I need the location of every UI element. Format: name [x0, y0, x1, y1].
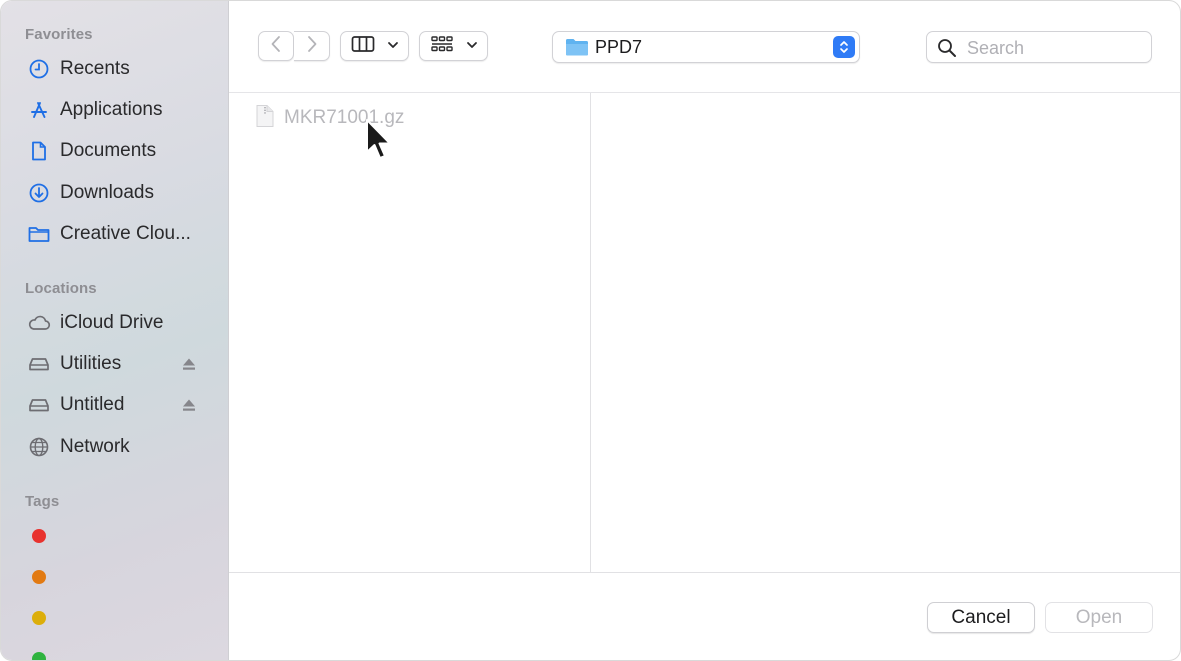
document-icon	[25, 137, 53, 165]
mouse-pointer-icon	[365, 118, 395, 164]
sidebar-item-icloud-drive[interactable]: iCloud Drive	[15, 305, 215, 341]
sidebar-item-label: iCloud Drive	[60, 312, 164, 333]
chevron-left-icon	[269, 35, 283, 58]
sidebar-item-label: Network	[60, 436, 130, 457]
sidebar-item-label: Downloads	[60, 182, 154, 203]
cloud-icon	[25, 309, 53, 337]
sidebar-item-recents[interactable]: Recents	[15, 51, 215, 87]
column-view-icon	[351, 35, 375, 58]
chevron-down-icon	[466, 37, 478, 55]
search-icon	[937, 38, 957, 63]
favorites-section-title: Favorites	[25, 26, 93, 43]
path-popup[interactable]: PPD7	[552, 31, 860, 63]
sidebar-item-label: Recents	[60, 58, 130, 79]
chevron-right-icon	[305, 35, 319, 58]
column-divider[interactable]	[590, 93, 591, 572]
globe-icon	[25, 433, 53, 461]
sidebar-item-label: Applications	[60, 99, 163, 120]
tag-red[interactable]	[32, 529, 46, 543]
drive-icon	[25, 350, 53, 378]
tags-section-title: Tags	[25, 493, 60, 510]
download-icon	[25, 179, 53, 207]
sidebar-item-utilities[interactable]: Utilities	[15, 346, 215, 382]
sidebar-item-downloads[interactable]: Downloads	[15, 175, 215, 211]
bottom-divider	[229, 572, 1180, 573]
sidebar-item-label: Untitled	[60, 394, 125, 415]
open-button[interactable]: Open	[1045, 602, 1153, 633]
tag-yellow[interactable]	[32, 611, 46, 625]
grid-group-icon	[430, 35, 454, 58]
clock-icon	[25, 55, 53, 83]
folder-icon	[25, 220, 53, 248]
cancel-button[interactable]: Cancel	[927, 602, 1035, 633]
search-input[interactable]	[965, 36, 1149, 60]
sidebar-item-creative-cloud[interactable]: Creative Clou...	[15, 216, 215, 252]
chevron-down-icon	[387, 37, 399, 55]
sidebar-item-label: Creative Clou...	[60, 223, 191, 244]
up-down-chevron-icon	[833, 36, 855, 58]
sidebar-item-label: Utilities	[60, 353, 122, 374]
locations-section-title: Locations	[25, 280, 97, 297]
tag-orange[interactable]	[32, 570, 46, 584]
sidebar-item-untitled[interactable]: Untitled	[15, 387, 215, 423]
forward-button[interactable]	[294, 31, 330, 61]
eject-icon[interactable]	[181, 356, 197, 372]
file-icon	[255, 104, 275, 133]
open-file-dialog: Favorites Recents Applications Documents…	[0, 0, 1181, 661]
view-mode-button[interactable]	[340, 31, 409, 61]
search-field[interactable]	[926, 31, 1152, 63]
group-button[interactable]	[419, 31, 488, 61]
folder-icon	[565, 37, 589, 62]
eject-icon[interactable]	[181, 397, 197, 413]
sidebar-item-label: Documents	[60, 140, 157, 161]
drive-icon	[25, 391, 53, 419]
toolbar-divider	[229, 92, 1180, 93]
sidebar-item-applications[interactable]: Applications	[15, 92, 215, 128]
sidebar-item-network[interactable]: Network	[15, 429, 215, 465]
path-folder-label: PPD7	[595, 37, 643, 57]
back-button[interactable]	[258, 31, 294, 61]
sidebar-item-documents[interactable]: Documents	[15, 133, 215, 169]
tag-green[interactable]	[32, 652, 46, 660]
applications-icon	[25, 96, 53, 124]
sidebar: Favorites Recents Applications Documents…	[1, 1, 229, 660]
file-row[interactable]: MKR71001.gz	[255, 104, 585, 133]
